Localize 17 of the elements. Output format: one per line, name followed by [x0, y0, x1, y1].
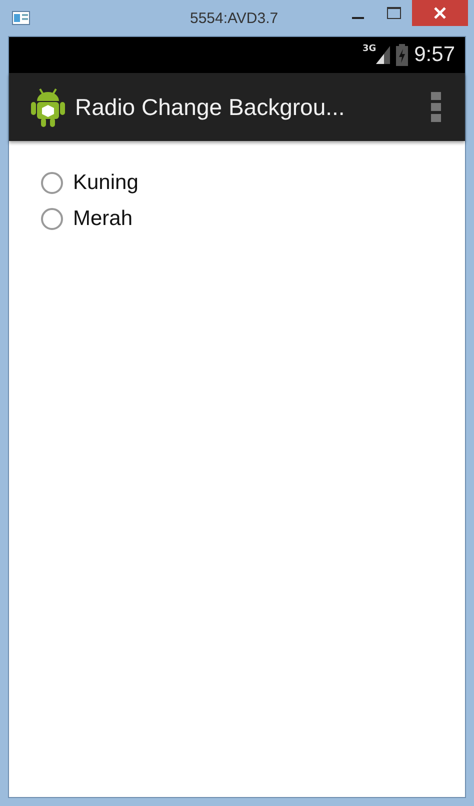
menu-icon — [431, 92, 441, 122]
window-title: 5554:AVD3.7 — [190, 10, 278, 26]
radio-label: Kuning — [73, 171, 138, 195]
radio-button[interactable] — [41, 208, 63, 230]
close-button[interactable] — [412, 0, 468, 26]
android-robot-icon — [31, 87, 65, 127]
radio-label: Merah — [73, 207, 133, 231]
radio-button[interactable] — [41, 172, 63, 194]
signal-icon — [376, 46, 390, 64]
app-title: Radio Change Backgrou... — [75, 94, 345, 120]
network-type: 3G — [362, 44, 376, 54]
app-window-icon — [12, 11, 30, 25]
battery-icon — [396, 44, 408, 66]
close-icon — [434, 7, 446, 19]
clock: 9:57 — [414, 43, 455, 67]
minimize-icon — [352, 17, 364, 19]
maximize-icon — [387, 7, 401, 19]
